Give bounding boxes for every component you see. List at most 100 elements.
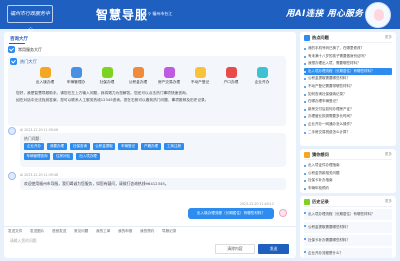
toolbar-item[interactable]: 我的申报 [118, 229, 132, 234]
hot-chip[interactable]: 住房补贴 [53, 153, 73, 160]
location-selector[interactable]: ⚲ 福州市台江 [148, 11, 172, 17]
more-link[interactable]: 更多 [385, 35, 392, 40]
hot-chip[interactable]: 车辆登记 [118, 143, 138, 150]
logo[interactable]: 福州市行政服务中心 [7, 5, 53, 33]
hot-questions-panel: 热点问题 更多 我的手机号码已换了，在哪里修改? 有未满十八岁的孩子需要做身份证吗… [300, 32, 396, 146]
mascot-image [365, 2, 391, 28]
history-panel: 历史记录 更多 出入境办理流程（长期居住）有哪些材料？ 公积金提取需要哪些材料？ 社… [300, 196, 396, 258]
chat-panel: 咨询大厅 常用服务大厅 热门大厅 出入境办理 车辆管理办 社保办理 公积金办理 房产交易… [4, 32, 296, 258]
message-meta: AI 2023-12-20 11:39:06 [20, 128, 58, 132]
list-item[interactable]: 车辆年检预约 [304, 185, 392, 193]
clear-button[interactable]: 清除内容 [215, 244, 255, 254]
toolbar-item[interactable]: 发送文件 [8, 229, 22, 234]
service-label: 企业开办 [254, 80, 270, 84]
more-link[interactable]: 更多 [385, 199, 392, 204]
service-item[interactable]: 企业开办 [249, 67, 275, 85]
service-icon [70, 67, 82, 78]
panel-title: 历史记录 [312, 199, 329, 204]
panel-header: 猜你想问 更多 [304, 151, 392, 160]
input-area: 清除内容 发送 [8, 235, 292, 255]
hot-chip[interactable]: 车辆管理查询 [24, 153, 50, 160]
message-meta: AI 2023-12-20 11:39:48 [20, 173, 58, 177]
list-item[interactable]: 出入境办理流程（长期居住）有哪些材料？ [304, 209, 392, 220]
hot-chip[interactable]: 企业开办 [24, 143, 44, 150]
greeting-card: 热门大厅 出入境办理 车辆管理办 社保办理 公积金办理 房产交易办理 不动产登记 户口办理 企… [8, 56, 286, 126]
hot-chip[interactable]: 公积金提取 [93, 143, 115, 150]
list-item[interactable]: 二手房交易税费怎么计算？ [304, 129, 392, 137]
toolbar-item[interactable]: 导服记录 [162, 229, 176, 234]
user-message-meta: 2023-12-20 11:40:12 [240, 202, 274, 206]
service-icon [101, 67, 113, 78]
greeting-line: 如在对话中无法找到答案，您可以联系人工服务热线12345咨询。您在右侧可以看到热… [16, 97, 209, 102]
toolbar-item[interactable]: 我的预约 [140, 229, 154, 234]
service-icon [225, 67, 237, 78]
service-label: 户口办理 [223, 80, 239, 84]
service-item[interactable]: 公积金办理 [125, 67, 151, 85]
tab-consult[interactable]: 咨询大厅 [6, 34, 46, 44]
list-item[interactable]: 公积金贷款相关问题 [304, 170, 392, 178]
service-label: 不动产登记 [190, 80, 210, 84]
list-item[interactable]: 有未满十八岁的孩子需要做身份证吗？ [304, 53, 392, 61]
service-label: 出入境办理 [35, 80, 55, 84]
service-icon [194, 67, 206, 78]
service-item[interactable]: 社保办理 [94, 67, 120, 85]
header-bar: 福州市行政服务中心 智慧导服 ⚲ 福州市台江 用AI连接 用心服务 [0, 0, 400, 33]
service-item[interactable]: 不动产登记 [187, 67, 213, 85]
service-icon [132, 67, 144, 78]
tab-label: 咨询大厅 [10, 37, 28, 42]
service-item[interactable]: 出入境办理 [32, 67, 58, 85]
list-item[interactable]: 我的手机号码已换了，在哪里修改? [304, 45, 392, 53]
service-label: 车辆管理办 [66, 80, 86, 84]
service-label: 社保办理 [99, 80, 115, 84]
list-item[interactable]: 在哪办理车辆登记？ [304, 98, 392, 106]
toolbar-item[interactable]: 发送图片 [30, 229, 44, 234]
toolbar-item[interactable]: 语音发送 [52, 229, 66, 234]
list-item[interactable]: 不动产登记需要带哪些材料？ [304, 83, 392, 91]
panel-title: 猜你想问 [312, 152, 329, 157]
hot-chip[interactable]: 工商注册 [164, 143, 184, 150]
message-input[interactable] [10, 235, 210, 245]
check-icon [10, 58, 17, 65]
list-item[interactable]: 社保卡补办需要哪些材料？ [304, 235, 392, 246]
hot-chip[interactable]: 我要办理 [47, 143, 67, 150]
send-button[interactable]: 发送 [258, 244, 289, 254]
list-item[interactable]: 出入境证件办理指南 [304, 162, 392, 170]
chat-toolbar: 发送文件 发送图片 语音发送 常见问题 我的工单 我的申报 我的预约 导服记录 [4, 226, 296, 234]
greeting-title: 热门大厅 [20, 59, 37, 64]
hot-chip[interactable]: 出入境办理 [76, 153, 100, 160]
list-item[interactable]: 公积金提取需要哪些材料？ [304, 75, 392, 83]
welcome-message: 欢迎使用福州市导服，我们竭诚为您服务，如您有疑问，请拨打咨询热线96412345… [20, 178, 286, 190]
fire-icon [304, 35, 310, 41]
toolbar-item[interactable]: 常见问题 [74, 229, 88, 234]
list-item[interactable]: 办理营业执照需要多长时间？ [304, 113, 392, 121]
list-item[interactable]: 新房交付后如何办理房产证？ [304, 106, 392, 114]
hot-questions-card: 热门问题： 企业开办 我要办理 社保查询 公积金提取 车辆登记 户籍办理 工商注册 车辆管理查… [20, 133, 286, 167]
user-message: 出入境办理流程（长期居住）有哪些材料？ [188, 208, 274, 219]
service-label: 房产交易办理 [157, 80, 181, 84]
service-grid: 出入境办理 车辆管理办 社保办理 公积金办理 房产交易办理 不动产登记 户口办理 企业开办 [32, 67, 282, 87]
app-title: 智慧导服 [96, 8, 149, 22]
clock-icon [304, 199, 310, 205]
slogan: 用AI连接 用心服务 [286, 9, 364, 19]
service-label: 公积金办理 [128, 80, 148, 84]
list-item[interactable]: 公积金提取需要哪些材料？ [304, 222, 392, 233]
hot-chip[interactable]: 户籍办理 [141, 143, 161, 150]
more-link[interactable]: 更多 [385, 152, 392, 157]
toolbar-item[interactable]: 我的工单 [96, 229, 110, 234]
list-item[interactable]: 如何查询社保缴纳记录？ [304, 91, 392, 99]
service-item[interactable]: 车辆管理办 [63, 67, 89, 85]
service-item[interactable]: 户口办理 [218, 67, 244, 85]
bot-avatar [8, 127, 16, 135]
list-item[interactable]: 企业开办一网通办怎么操作？ [304, 121, 392, 129]
service-icon [39, 67, 51, 78]
history-list: 出入境办理流程（长期居住）有哪些材料？ 公积金提取需要哪些材料？ 社保卡补办需要哪些… [304, 209, 392, 258]
recommend-panel: 猜你想问 更多 出入境证件办理指南 公积金贷款相关问题 社保卡补办指南 车辆年检预约 [300, 149, 396, 193]
service-item[interactable]: 房产交易办理 [156, 67, 182, 85]
hot-chip[interactable]: 社保查询 [70, 143, 90, 150]
list-item[interactable]: 企业开办流程是什么？ [304, 248, 392, 258]
list-item[interactable]: 出入境办理流程（长期居住）有哪些材料？ [304, 67, 392, 76]
list-item[interactable]: 我想办理出入境，需要哪些材料？ [304, 60, 392, 68]
greeting-text: 您好，我是智慧导服助手。请您在左上方输入问题，我将竭力为您解答。您还可以点击热门… [16, 90, 278, 103]
list-item[interactable]: 社保卡补办指南 [304, 177, 392, 185]
user-avatar [279, 209, 287, 217]
